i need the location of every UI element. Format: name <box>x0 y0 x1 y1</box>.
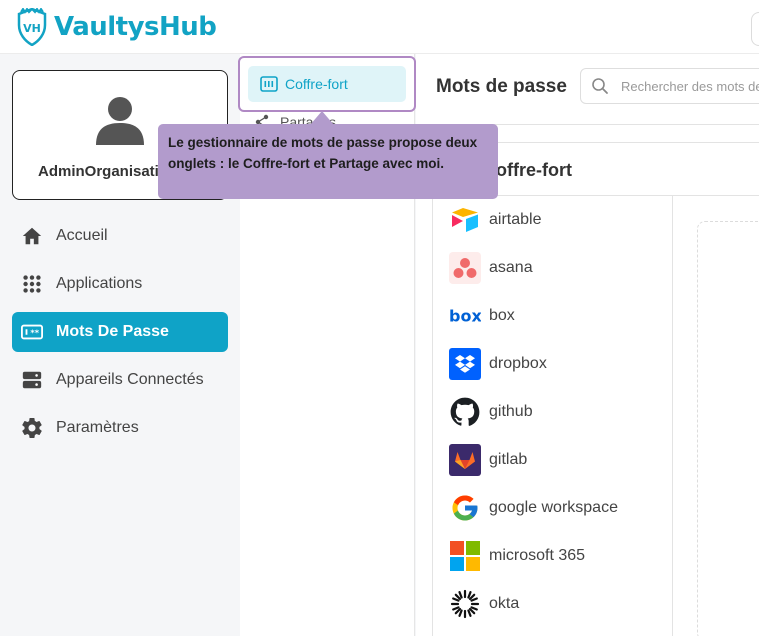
github-icon <box>449 396 481 428</box>
box-icon: box <box>449 300 481 332</box>
apps-list: airtable asana box box dropbox github gi… <box>433 196 673 636</box>
app-item-github[interactable]: github <box>433 388 672 436</box>
google-icon <box>449 492 481 524</box>
app-item-gitlab[interactable]: gitlab <box>433 436 672 484</box>
page-title: Mots de passe <box>436 76 567 97</box>
nav-item-label: Accueil <box>56 227 108 244</box>
microsoft-icon <box>449 540 481 572</box>
app-name: box <box>489 307 515 324</box>
header-control[interactable] <box>751 12 759 46</box>
tab-label: Coffre-fort <box>285 76 348 92</box>
gitlab-icon <box>449 444 481 476</box>
nav-item-label: Paramètres <box>56 419 139 436</box>
app-name: gitlab <box>489 451 528 468</box>
brand-name: VaultysHub <box>54 12 217 42</box>
password-icon: ** <box>20 320 44 344</box>
user-icon <box>96 97 144 145</box>
nav-item-mots-de-passe[interactable]: ** Mots De Passe <box>12 312 228 352</box>
onboarding-tooltip: Le gestionnaire de mots de passe propose… <box>158 124 498 199</box>
app-name: asana <box>489 259 533 276</box>
top-header: VH VaultysHub <box>0 0 759 54</box>
app-name: dropbox <box>489 355 547 372</box>
app-item-dropbox[interactable]: dropbox <box>433 340 672 388</box>
app-item-asana[interactable]: asana <box>433 244 672 292</box>
tab-coffre-fort[interactable]: Coffre-fort <box>248 66 406 102</box>
svg-text:**: ** <box>30 328 39 338</box>
gear-icon <box>20 416 44 440</box>
app-item-okta[interactable]: okta <box>433 580 672 628</box>
password-detail-dropzone <box>697 221 759 636</box>
grid-icon <box>20 272 44 296</box>
home-icon <box>20 224 44 248</box>
search-icon <box>592 78 608 94</box>
vault-icon <box>260 76 278 92</box>
search-box[interactable] <box>580 68 759 104</box>
nav-item-label: Appareils Connectés <box>56 371 204 388</box>
profile-name: AdminOrganisation <box>38 163 178 180</box>
nav-item-appareils[interactable]: Appareils Connectés <box>12 360 228 400</box>
main-nav: Accueil Applications ** Mots De Passe Ap… <box>12 216 228 456</box>
server-icon <box>20 368 44 392</box>
nav-item-label: Applications <box>56 275 143 292</box>
app-item-google-workspace[interactable]: google workspace <box>433 484 672 532</box>
tooltip-arrow <box>310 111 334 125</box>
app-name: airtable <box>489 211 542 228</box>
vaultyshub-shield-icon: VH <box>17 8 47 46</box>
app-item-microsoft-365[interactable]: microsoft 365 <box>433 532 672 580</box>
nav-item-label: Mots De Passe <box>56 323 169 340</box>
nav-item-parametres[interactable]: Paramètres <box>12 408 228 448</box>
search-input[interactable] <box>621 78 759 94</box>
okta-icon <box>449 588 481 620</box>
svg-text:box: box <box>449 307 481 326</box>
brand-logo[interactable]: VH VaultysHub <box>16 8 217 46</box>
dropbox-icon <box>449 348 481 380</box>
logo-mark: VH <box>23 22 41 35</box>
app-name: okta <box>489 595 520 612</box>
app-name: microsoft 365 <box>489 547 586 564</box>
airtable-icon <box>449 204 481 236</box>
app-item-airtable[interactable]: airtable <box>433 196 672 244</box>
asana-icon <box>449 252 481 284</box>
nav-item-applications[interactable]: Applications <box>12 264 228 304</box>
app-name: google workspace <box>489 499 618 516</box>
app-name: github <box>489 403 533 420</box>
nav-item-accueil[interactable]: Accueil <box>12 216 228 256</box>
app-item-box[interactable]: box box <box>433 292 672 340</box>
vault-panel: Coffre-fort airtable asana box box dropb… <box>432 142 759 636</box>
